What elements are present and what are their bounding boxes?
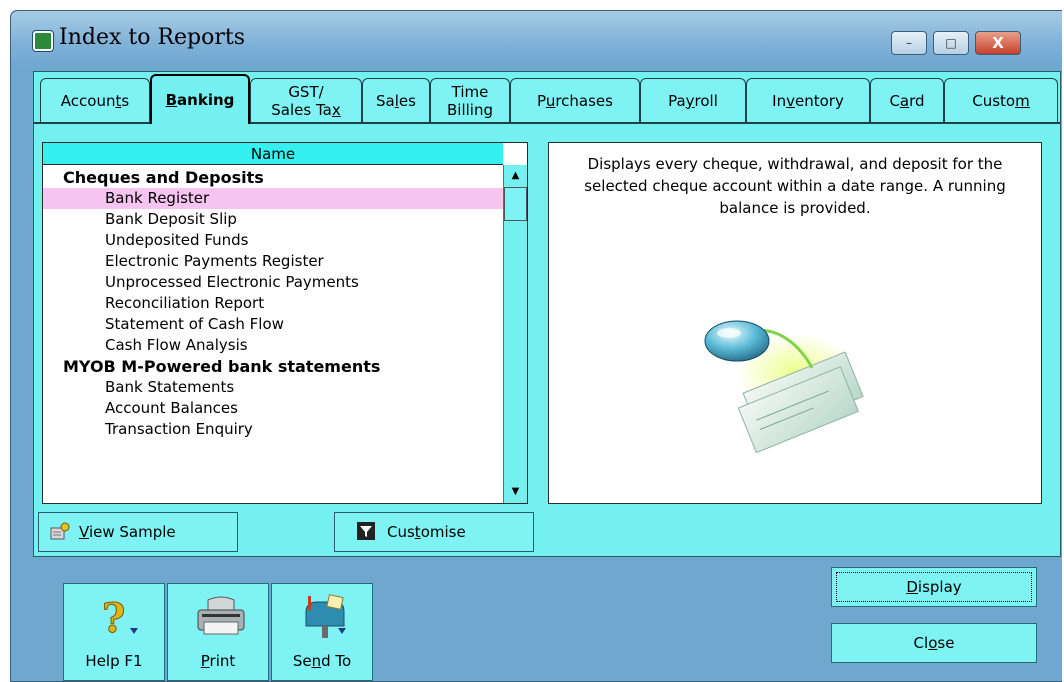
tab-inventory[interactable]: Inventory [746, 78, 870, 122]
report-panel: Accounts Banking GST/Sales Tax Sales Tim… [33, 71, 1061, 557]
tab-gst-sales-tax[interactable]: GST/Sales Tax [250, 78, 362, 122]
tab-accounts[interactable]: Accounts [40, 78, 150, 122]
close-button[interactable]: Close [831, 623, 1037, 663]
display-button[interactable]: Display [831, 567, 1037, 607]
send-to-label: Send To [292, 652, 352, 670]
list-item[interactable]: Undeposited Funds [43, 230, 503, 251]
list-item[interactable]: Bank Statements [43, 377, 503, 398]
title-bar[interactable]: Index to Reports – □ X [11, 11, 1062, 67]
list-item[interactable]: Transaction Enquiry [43, 419, 503, 440]
tab-purchases[interactable]: Purchases [510, 78, 640, 122]
mouse-and-cheque-illustration [704, 320, 864, 453]
print-button[interactable]: Print [167, 583, 269, 681]
list-item[interactable]: Bank Deposit Slip [43, 209, 503, 230]
list-item[interactable]: Unprocessed Electronic Payments [43, 272, 503, 293]
list-group-bank-statements[interactable]: MYOB M-Powered bank statements [43, 356, 503, 377]
report-description: Displays every cheque, withdrawal, and d… [584, 155, 1006, 217]
report-list-body: Cheques and Deposits Bank Register Bank … [43, 167, 503, 440]
help-label: Help F1 [85, 652, 143, 670]
close-window-button[interactable]: X [975, 31, 1021, 55]
minimize-button[interactable]: – [891, 31, 927, 55]
report-index-window: Index to Reports – □ X Accounts Banking … [10, 10, 1062, 682]
list-column-header-name[interactable]: Name [43, 143, 503, 165]
help-question-icon: ? [102, 595, 138, 638]
tab-card[interactable]: Card [870, 78, 944, 122]
tab-time-billing[interactable]: Time Billing [430, 78, 510, 122]
tab-payroll[interactable]: Payroll [640, 78, 746, 122]
list-item[interactable]: Account Balances [43, 398, 503, 419]
print-label: Print [200, 652, 236, 670]
customise-button[interactable]: Customise [334, 512, 534, 552]
list-item[interactable]: Statement of Cash Flow [43, 314, 503, 335]
mailbox-icon [305, 594, 346, 638]
list-item[interactable]: Reconciliation Report [43, 293, 503, 314]
svg-text:?: ? [102, 595, 125, 638]
send-to-button[interactable]: Send To [271, 583, 373, 681]
printer-icon [197, 596, 245, 635]
scroll-thumb[interactable] [504, 187, 527, 221]
view-sample-icon [49, 522, 71, 542]
list-item[interactable]: Cash Flow Analysis [43, 335, 503, 356]
app-icon [33, 31, 53, 51]
filter-icon [357, 522, 379, 542]
report-description-pane: Displays every cheque, withdrawal, and d… [548, 142, 1042, 504]
tab-sales[interactable]: Sales [362, 78, 430, 122]
window-title: Index to Reports [59, 25, 246, 50]
list-scrollbar[interactable]: ▲ ▼ [503, 165, 527, 503]
scroll-up-arrow-icon[interactable]: ▲ [504, 165, 527, 187]
help-button[interactable]: ? Help F1 [63, 583, 165, 681]
tab-banking[interactable]: Banking [150, 74, 250, 124]
list-item-bank-register[interactable]: Bank Register [43, 188, 503, 209]
scroll-down-arrow-icon[interactable]: ▼ [504, 481, 527, 503]
report-list[interactable]: Name Cheques and Deposits Bank Register … [42, 142, 528, 504]
maximize-button[interactable]: □ [933, 31, 969, 55]
list-item[interactable]: Electronic Payments Register [43, 251, 503, 272]
tab-custom[interactable]: Custom [944, 78, 1058, 122]
list-group-cheques-deposits[interactable]: Cheques and Deposits [43, 167, 503, 188]
view-sample-button[interactable]: View Sample [38, 512, 238, 552]
